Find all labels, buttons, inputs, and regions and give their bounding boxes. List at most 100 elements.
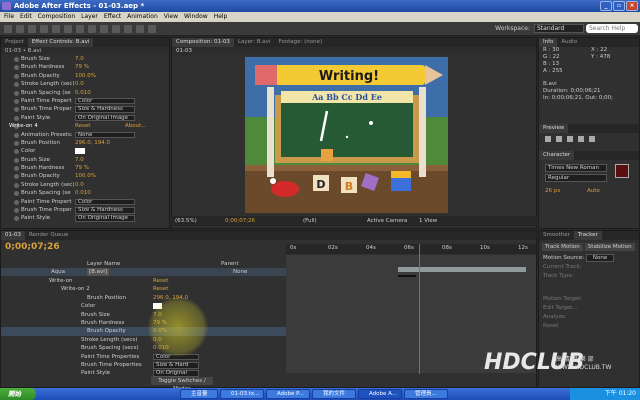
timeline-property-row[interactable]: Write-on Reset (1, 277, 286, 285)
property-value[interactable]: 79 % (75, 164, 89, 172)
start-button[interactable]: 開始 (0, 388, 36, 400)
current-time-indicator[interactable] (419, 244, 420, 374)
stopwatch-icon[interactable] (14, 107, 19, 113)
effect-property-row[interactable]: Brush Size 7.0 (1, 156, 169, 164)
stopwatch-icon[interactable] (14, 166, 19, 172)
menu-edit[interactable]: Edit (20, 12, 32, 22)
first-frame-icon[interactable] (545, 136, 551, 142)
play-icon[interactable] (556, 136, 562, 142)
property-value[interactable]: 7.0 (75, 55, 84, 63)
stopwatch-icon[interactable] (14, 132, 19, 138)
zoom-tool-icon[interactable] (28, 25, 36, 33)
timeline-property-row[interactable]: Brush Spacing (secs)0.010 (1, 344, 286, 352)
clone-tool-icon[interactable] (124, 25, 132, 33)
timeline-property-row[interactable]: Paint Style On Original (1, 369, 286, 377)
workspace-select[interactable]: Standard (534, 24, 584, 33)
stopwatch-icon[interactable] (14, 82, 19, 88)
selection-tool-icon[interactable] (4, 25, 12, 33)
property-value[interactable]: 0.010 (75, 189, 91, 197)
reset-button[interactable]: Reset (543, 322, 639, 331)
property-dropdown[interactable]: Size & Hardness (75, 106, 135, 113)
effect-property-row[interactable]: Color (1, 147, 169, 155)
effect-property-row[interactable]: Paint Style On Original Image (1, 114, 169, 122)
stopwatch-icon[interactable] (14, 208, 19, 214)
effect-property-row[interactable]: Paint Time Propert Color (1, 97, 169, 105)
effect-property-row[interactable]: Brush Size 7.0 (1, 55, 169, 63)
effect-property-row[interactable]: Brush Hardness 79 % (1, 164, 169, 172)
timeline-property-row[interactable]: Stroke Length (secs)0.0 (1, 336, 286, 344)
timeline-property-row[interactable]: Brush Opacity0.0% (1, 327, 286, 336)
tab-timeline-01-03[interactable]: 01-03 (1, 231, 25, 240)
motion-source-select[interactable]: None (585, 254, 615, 262)
taskbar-item-admin[interactable]: 管理員... (404, 389, 448, 399)
timeline-current-time[interactable]: 0;00;07;26 (5, 242, 60, 252)
stopwatch-icon[interactable] (14, 174, 19, 180)
effect-property-row[interactable]: Brush Position 296.0, 194.0 (1, 139, 169, 147)
property-dropdown[interactable]: Color (75, 97, 135, 105)
stopwatch-icon[interactable] (14, 57, 19, 62)
close-button[interactable]: × (626, 1, 638, 11)
puppet-tool-icon[interactable] (148, 25, 156, 33)
stopwatch-icon[interactable] (14, 191, 19, 197)
composition-breadcrumb[interactable]: 01-03 (172, 47, 536, 55)
font-size-value[interactable]: 26 px (545, 188, 561, 194)
property-value[interactable]: 7.0 (75, 156, 84, 164)
effect-property-row[interactable]: Brush Spacing (se 0.010 (1, 89, 169, 97)
search-help-input[interactable]: Search Help (586, 24, 638, 33)
property-value[interactable]: 0.0 (75, 80, 84, 88)
leading-value[interactable]: Auto (587, 188, 600, 194)
property-dropdown[interactable]: Size & Hardness (75, 207, 135, 214)
edit-target-button[interactable]: Edit Target... (543, 304, 639, 313)
stopwatch-icon[interactable] (14, 115, 19, 121)
stabilize-motion-button[interactable]: Stabilize Motion (584, 243, 635, 251)
property-value[interactable]: 79 % (75, 63, 89, 71)
fill-color-swatch[interactable] (615, 164, 629, 178)
effect-property-row[interactable]: Brush Hardness 79 % (1, 63, 169, 71)
timeline-property-dropdown[interactable]: Size & Hard (153, 362, 199, 369)
menu-composition[interactable]: Composition (38, 12, 75, 22)
timeline-property-row[interactable]: Paint Time Properties Color (1, 353, 286, 361)
color-swatch[interactable] (75, 148, 85, 155)
pan-behind-tool-icon[interactable] (64, 25, 72, 33)
stopwatch-icon[interactable] (14, 73, 19, 79)
stopwatch-icon[interactable] (14, 65, 19, 71)
property-value[interactable]: 100.0% (75, 72, 96, 80)
layer-duration-bar[interactable] (398, 267, 526, 272)
font-family-select[interactable]: Times New Roman (545, 164, 607, 172)
maximize-button[interactable]: ▫ (613, 1, 625, 11)
effect-property-row[interactable]: Paint Style On Original Image (1, 214, 169, 222)
taskbar-item-photoshop[interactable]: Adobe P... (266, 389, 310, 399)
track-motion-button[interactable]: Track Motion (542, 243, 583, 251)
timeline-property-row[interactable]: Color (1, 302, 286, 310)
effect-property-row[interactable]: Brush Opacity 100.0% (1, 172, 169, 180)
effect-property-row[interactable]: Write-on 4 Reset About... (1, 122, 169, 130)
brush-tool-icon[interactable] (112, 25, 120, 33)
effect-property-row[interactable]: Brush Time Proper Size & Hardness (1, 206, 169, 214)
layer-parent-select[interactable]: None (233, 268, 247, 276)
property-value[interactable]: 0.010 (75, 89, 91, 97)
effect-reset-link[interactable]: Reset (75, 122, 90, 130)
tab-tracker[interactable]: Tracker (573, 231, 602, 240)
effect-property-row[interactable]: Stroke Length (sec) 0.0 (1, 181, 169, 189)
composition-viewer[interactable]: Aa Bb Cc Dd Ee Writing! D B (245, 57, 448, 213)
zoom-level[interactable]: (63.5%) (175, 216, 197, 226)
effect-property-row[interactable]: Animation Presets: None (1, 131, 169, 139)
camera-tool-icon[interactable] (52, 25, 60, 33)
last-frame-icon[interactable] (578, 136, 584, 142)
timeline-property-row[interactable]: Brush Time Properties Size & Hard (1, 361, 286, 369)
property-dropdown[interactable]: Color (75, 198, 135, 206)
property-value[interactable]: 296.0, 194.0 (75, 139, 110, 147)
menu-file[interactable]: File (4, 12, 14, 22)
stopwatch-icon[interactable] (14, 140, 19, 146)
stopwatch-icon[interactable] (14, 199, 19, 205)
rotate-tool-icon[interactable] (40, 25, 48, 33)
menu-animation[interactable]: Animation (127, 12, 158, 22)
system-tray-clock[interactable]: 下午 01:20 (570, 388, 640, 400)
loop-icon[interactable] (589, 136, 595, 142)
stopwatch-icon[interactable] (14, 157, 19, 163)
effect-property-row[interactable]: Brush Time Proper Size & Hardness (1, 105, 169, 113)
property-dropdown[interactable]: On Original Image (75, 215, 135, 222)
taskbar-item-text[interactable]: 01-03.tx... (220, 389, 264, 399)
tab-effect-controls[interactable]: Effect Controls: B.avi (27, 38, 94, 47)
stopwatch-icon[interactable] (14, 90, 19, 96)
